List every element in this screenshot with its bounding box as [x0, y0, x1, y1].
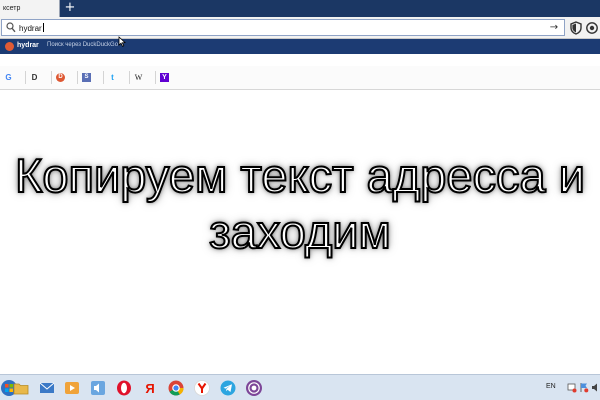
chrome-icon[interactable]: [167, 379, 185, 397]
network-tray-icon[interactable]: [567, 382, 577, 393]
navigation-toolbar: hydrar →: [0, 17, 600, 39]
caption-line-1: Копируем текст адресса и: [14, 148, 586, 203]
google-site[interactable]: G: [0, 71, 26, 84]
suggestion-description: Поиск через DuckDuckGo: [47, 42, 119, 48]
opera-icon[interactable]: [115, 379, 133, 397]
startpage-site[interactable]: S: [78, 71, 104, 84]
telegram-icon[interactable]: [219, 379, 237, 397]
wikipedia-icon: W: [134, 73, 143, 82]
yahoo-icon: Y: [160, 73, 169, 82]
wikipedia-site[interactable]: W: [130, 71, 156, 84]
twitter-site[interactable]: t: [104, 71, 130, 84]
tor-browser-icon[interactable]: [245, 379, 263, 397]
go-arrow-button[interactable]: →: [548, 21, 560, 34]
tutorial-caption: Копируем текст адресса и заходим: [0, 148, 600, 260]
startpage-icon: S: [82, 73, 91, 82]
caption-line-2: заходим: [208, 204, 392, 259]
tab-strip: ксетр +: [0, 0, 600, 17]
shield-icon[interactable]: [569, 21, 583, 35]
flag-tray-icon[interactable]: [579, 382, 589, 393]
new-tab-button[interactable]: +: [64, 1, 76, 15]
taskbar: Я EN: [0, 374, 600, 400]
disconnect-site[interactable]: D: [26, 71, 52, 84]
twitter-icon: t: [111, 73, 114, 82]
mail-icon[interactable]: [38, 379, 56, 397]
yandex-browser-icon[interactable]: [193, 379, 211, 397]
suggestion-query: hydrar: [17, 42, 39, 49]
google-icon: G: [5, 73, 12, 82]
address-input-value[interactable]: hydrar: [19, 23, 44, 33]
text-cursor: [42, 23, 44, 32]
mouse-cursor-icon: [118, 36, 126, 47]
onion-menu-icon[interactable]: [585, 21, 599, 35]
folder-icon[interactable]: [12, 379, 30, 397]
yandex-icon[interactable]: Я: [141, 379, 159, 397]
address-bar[interactable]: hydrar →: [1, 19, 565, 36]
duckduckgo-site[interactable]: D: [52, 71, 78, 84]
duckduckgo-icon: [5, 42, 14, 51]
quick-sites-bar: G D D S t W Y: [0, 66, 600, 90]
speaker-tray-icon[interactable]: [591, 382, 600, 393]
search-icon: [6, 22, 16, 33]
volume-icon[interactable]: [89, 379, 107, 397]
tab-title: ксетр: [3, 5, 21, 12]
search-suggestion-row[interactable]: hydrar Поиск через DuckDuckGo: [0, 39, 600, 54]
duckduckgo-icon: D: [56, 73, 65, 82]
tab-active[interactable]: ксетр: [0, 0, 60, 17]
disconnect-icon: D: [31, 73, 38, 82]
media-player-icon[interactable]: [63, 379, 81, 397]
yahoo-site[interactable]: Y: [156, 71, 182, 84]
svg-text:Я: Я: [145, 381, 154, 396]
language-indicator[interactable]: EN: [546, 383, 556, 390]
